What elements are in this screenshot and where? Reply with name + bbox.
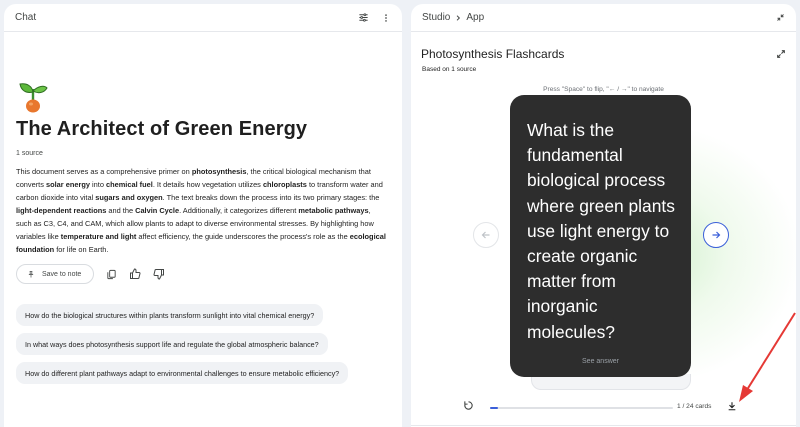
flashcards-title: Photosynthesis Flashcards	[421, 47, 565, 61]
summary-run: . Additionally, it categorizes different	[179, 206, 299, 215]
summary-bold-term: sugars and oxygen	[95, 193, 163, 202]
save-to-note-label: Save to note	[42, 270, 82, 278]
breadcrumb-studio[interactable]: Studio	[422, 12, 450, 23]
progress-fill	[490, 407, 498, 409]
summary-text: This document serves as a comprehensive …	[16, 165, 386, 256]
summary-run: for life on Earth.	[54, 245, 109, 254]
previous-card-button[interactable]	[473, 222, 499, 248]
chat-header-title: Chat	[15, 12, 37, 23]
more-vert-icon[interactable]	[381, 13, 391, 23]
suggestion-chip[interactable]: In what ways does photosynthesis support…	[16, 333, 328, 355]
seedling-icon	[16, 80, 50, 114]
summary-bold-term: light-dependent reactions	[16, 206, 107, 215]
flashcard[interactable]: What is the fundamental biological proce…	[510, 95, 691, 377]
chevron-right-icon	[454, 14, 462, 22]
chat-panel: Chat The Architect of Green Energy 1 sou…	[4, 4, 402, 427]
chat-header: Chat	[4, 4, 402, 32]
summary-bold-term: chemical fuel	[106, 180, 153, 189]
summary-bold-term: metabolic pathways	[298, 206, 369, 215]
flashcard-controls: 1 / 24 cards	[411, 396, 796, 420]
collapse-icon[interactable]	[776, 13, 785, 22]
summary-bold-term: temperature and light	[60, 232, 137, 241]
based-on-sources: Based on 1 source	[422, 66, 477, 73]
progress-track	[490, 407, 673, 409]
summary-bold-term: chloroplasts	[262, 180, 307, 189]
summary-run: and the	[106, 206, 136, 215]
doc-title: The Architect of Green Energy	[16, 118, 308, 140]
save-to-note-button[interactable]: Save to note	[16, 264, 95, 284]
suggestion-chip[interactable]: How do the biological structures within …	[16, 304, 324, 326]
breadcrumb: Studio App	[422, 12, 484, 23]
flashcards-header: Photosynthesis Flashcards	[411, 32, 796, 61]
keyboard-hint: Press "Space" to flip, "← / →" to naviga…	[543, 86, 664, 93]
flashcard-question: What is the fundamental biological proce…	[527, 120, 675, 342]
breadcrumb-app: App	[466, 12, 485, 23]
card-count: 1 / 24 cards	[677, 403, 712, 410]
suggested-questions: How do the biological structures within …	[16, 304, 390, 384]
arrow-left-icon	[481, 231, 490, 239]
download-icon[interactable]	[727, 401, 737, 411]
summary-run: into	[89, 180, 106, 189]
thumbs-down-icon[interactable]	[153, 268, 165, 280]
summary-run: affect efficiency, the guide underscores…	[136, 232, 350, 241]
next-card-button[interactable]	[703, 222, 729, 248]
suggestion-chip[interactable]: How do different plant pathways adapt to…	[16, 362, 349, 384]
summary-run: . It details how vegetation utilizes	[152, 180, 263, 189]
pin-icon	[27, 270, 35, 279]
summary-bold-term: photosynthesis	[191, 167, 247, 176]
annotation-arrow	[739, 312, 796, 402]
summary-run: . The text breaks down the process into …	[162, 193, 380, 202]
studio-header: Studio App	[411, 4, 796, 32]
source-count: 1 source	[16, 150, 43, 157]
restart-icon[interactable]	[463, 400, 474, 411]
see-answer-label[interactable]: See answer	[510, 358, 691, 365]
arrow-right-icon	[712, 231, 721, 239]
copy-icon[interactable]	[106, 269, 117, 280]
thumbs-up-icon[interactable]	[129, 268, 141, 280]
summary-bold-term: solar energy	[46, 180, 90, 189]
summary-bold-term: Calvin Cycle	[135, 206, 180, 215]
message-actions: Save to note	[16, 264, 390, 284]
chat-body: The Architect of Green Energy 1 source T…	[4, 80, 402, 384]
tune-icon[interactable]	[358, 12, 369, 23]
studio-panel: Studio App Photosynthesis Flashcards Bas…	[411, 4, 796, 427]
summary-run: This document serves as a comprehensive …	[16, 167, 192, 176]
studio-divider	[411, 425, 796, 426]
fullscreen-icon[interactable]	[776, 49, 786, 59]
